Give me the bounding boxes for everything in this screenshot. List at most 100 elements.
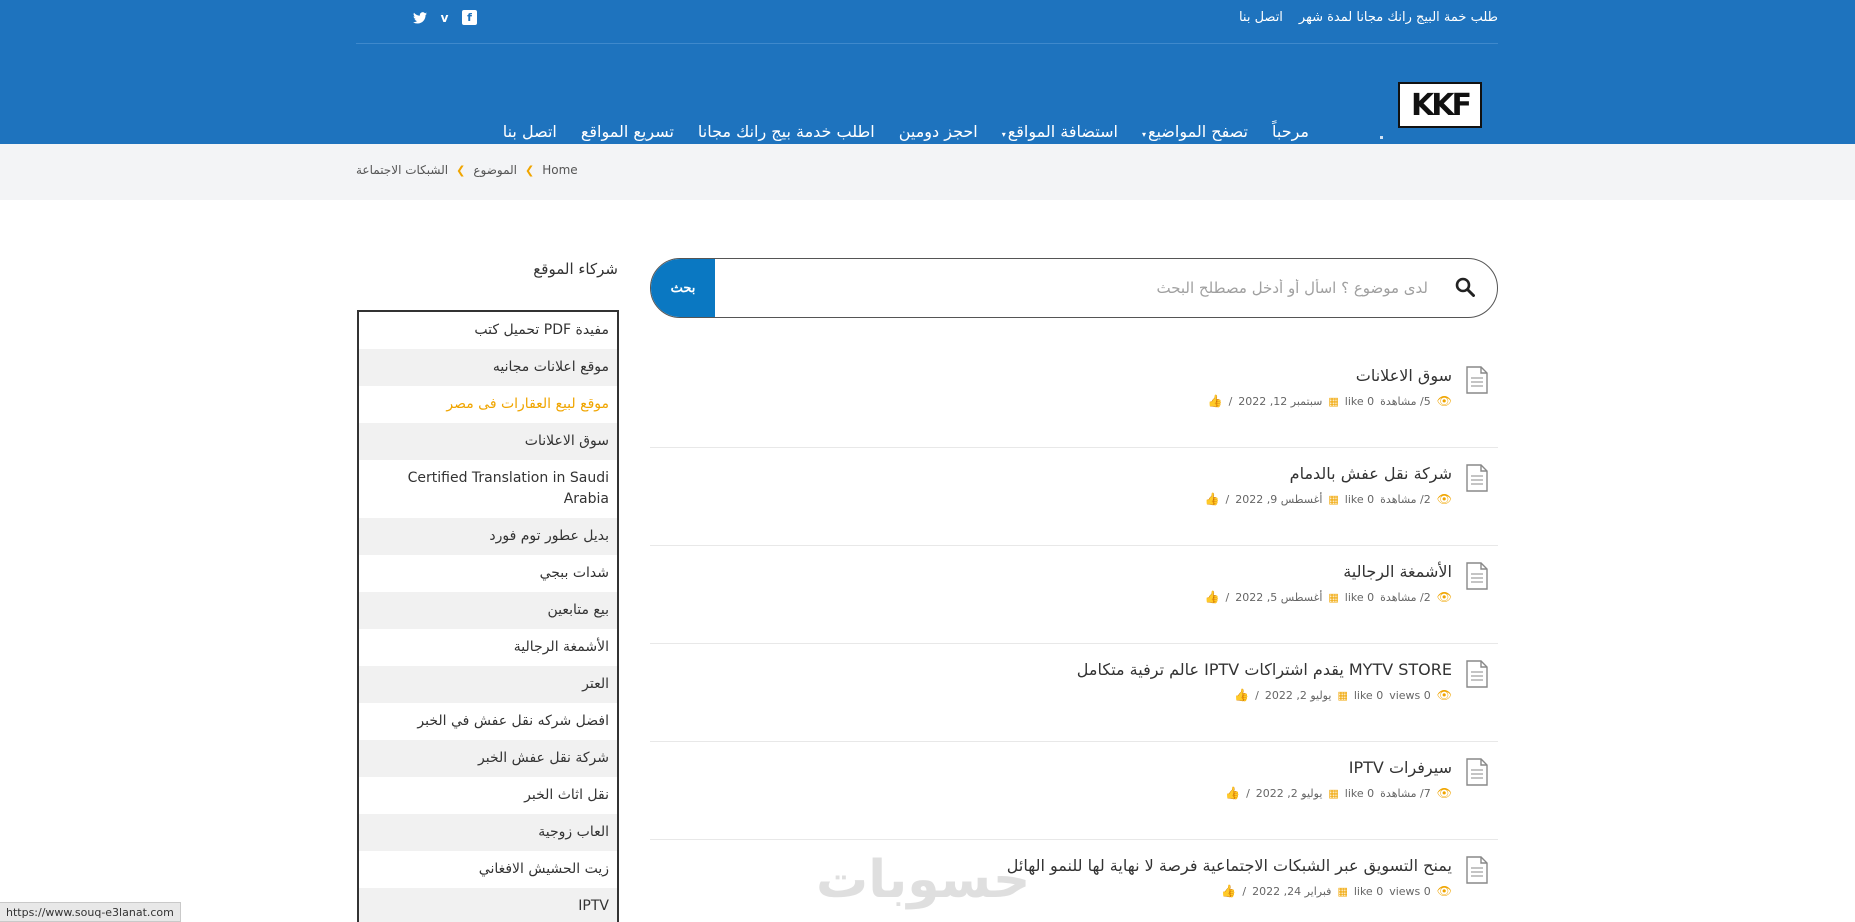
search-button[interactable]: بحث: [651, 259, 715, 317]
thumbs-up-icon[interactable]: 👍: [1234, 688, 1249, 702]
partners-list: مفيدة PDF تحميل كتب موقع اعلانات مجانيه …: [357, 310, 619, 922]
post-meta: 👁 7/ مشاهدة 0 like ▦ يوليو 2, 2022 / 👍: [1225, 786, 1452, 800]
post-views: 2/ مشاهدة: [1380, 492, 1431, 506]
thumbs-up-icon[interactable]: 👍: [1225, 786, 1240, 800]
partner-link[interactable]: افضل شركه نقل عفش في الخبر: [359, 703, 617, 740]
document-icon: [1466, 464, 1488, 492]
post-date: أغسطس 5, 2022: [1235, 590, 1323, 604]
post-date: يوليو 2, 2022: [1255, 786, 1323, 800]
post-title[interactable]: يمنح التسويق عبر الشبكات الاجتماعية فرصة…: [1007, 856, 1452, 875]
post-meta: 👁 0 views 0 like ▦ يوليو 2, 2022 / 👍: [1234, 688, 1452, 702]
partner-link[interactable]: نقل اثاث الخبر: [359, 777, 617, 814]
top-bar: طلب خمة البيج رانك مجانا لمدة شهر اتصل ب…: [0, 0, 1855, 44]
nav-label: اطلب خدمة بيج رانك مجانا: [697, 122, 875, 141]
nav-label: استضافة المواقع: [1007, 122, 1118, 141]
calendar-icon: ▦: [1328, 394, 1339, 408]
partner-link[interactable]: بديل عطور توم فورد: [359, 518, 617, 555]
sidebar-title: شركاء الموقع: [533, 260, 618, 278]
post-likes: 0 like: [1344, 394, 1375, 408]
post-views: 7/ مشاهدة: [1380, 786, 1431, 800]
eye-icon: 👁: [1436, 492, 1452, 506]
breadcrumb-home[interactable]: Home: [542, 163, 577, 177]
document-icon: [1466, 758, 1488, 786]
top-link-free-pagerank[interactable]: طلب خمة البيج رانك مجانا لمدة شهر: [1299, 10, 1498, 25]
partner-link[interactable]: Certified Translation in Saudi Arabia: [359, 460, 617, 518]
thumbs-up-icon[interactable]: 👍: [1205, 492, 1220, 506]
vimeo-icon[interactable]: v: [437, 10, 452, 25]
post-date: سبتمبر 12, 2022: [1238, 394, 1323, 408]
nav-browse-topics[interactable]: تصفح المواضيع▾: [1142, 122, 1248, 141]
document-icon: [1466, 660, 1488, 688]
post-item: سوق الاعلانات 👁 5/ مشاهدة 0 like ▦ سبتمب…: [650, 350, 1498, 448]
nav-pagerank[interactable]: اطلب خدمة بيج رانك مجانا: [698, 122, 875, 141]
post-item: سيرفرات IPTV 👁 7/ مشاهدة 0 like ▦ يوليو …: [650, 742, 1498, 840]
partner-link[interactable]: الأشمغة الرجالية: [359, 629, 617, 666]
meta-separator: /: [1225, 590, 1230, 604]
post-title[interactable]: سيرفرات IPTV: [1349, 758, 1452, 777]
post-title[interactable]: MYTV STORE يقدم اشتراكات IPTV عالم ترفية…: [1077, 660, 1452, 679]
partner-link[interactable]: مفيدة PDF تحميل كتب: [359, 312, 617, 349]
partner-link-active[interactable]: موقع لبيع العقارات فى مصر: [359, 386, 617, 423]
nav-contact[interactable]: اتصل بنا: [503, 122, 557, 141]
top-link-contact[interactable]: اتصل بنا: [1239, 10, 1283, 25]
nav-hosting[interactable]: استضافة المواقع▾: [1002, 122, 1118, 141]
document-icon: [1466, 366, 1488, 394]
partner-link[interactable]: موقع اعلانات مجانيه: [359, 349, 617, 386]
search-input[interactable]: [721, 259, 1436, 317]
partner-link[interactable]: العاب زوجية: [359, 814, 617, 851]
nav-label: مرحباً: [1272, 122, 1309, 141]
post-meta: 👁 5/ مشاهدة 0 like ▦ سبتمبر 12, 2022 / 👍: [1208, 394, 1452, 408]
post-likes: 0 like: [1353, 688, 1384, 702]
post-meta: 👁 2/ مشاهدة 0 like ▦ أغسطس 5, 2022 / 👍: [1205, 590, 1452, 604]
partner-link[interactable]: سوق الاعلانات: [359, 423, 617, 460]
nav-speed[interactable]: تسريع المواقع: [581, 122, 674, 141]
nav-welcome[interactable]: مرحباً: [1272, 122, 1309, 141]
partner-link[interactable]: العتر: [359, 666, 617, 703]
partner-link[interactable]: زيت الحشيش الافغاني: [359, 851, 617, 888]
post-date: أغسطس 9, 2022: [1235, 492, 1323, 506]
eye-icon: 👁: [1436, 394, 1452, 408]
eye-icon: 👁: [1436, 786, 1452, 800]
partner-link[interactable]: شركة نقل عفش الخبر: [359, 740, 617, 777]
facebook-icon[interactable]: f: [462, 10, 477, 25]
site-logo[interactable]: KKF: [1398, 82, 1482, 128]
post-views: 0 views: [1389, 688, 1431, 702]
nav-domain[interactable]: احجز دومين: [899, 122, 978, 141]
partner-link[interactable]: بيع متابعين: [359, 592, 617, 629]
meta-separator: /: [1225, 492, 1230, 506]
thumbs-up-icon[interactable]: 👍: [1221, 884, 1236, 898]
partner-link[interactable]: شدات ببجي: [359, 555, 617, 592]
post-meta: 👁 0 views 0 like ▦ فبراير 24, 2022 / 👍: [1221, 884, 1452, 898]
logo-dot: [1380, 136, 1383, 139]
post-item: MYTV STORE يقدم اشتراكات IPTV عالم ترفية…: [650, 644, 1498, 742]
chevron-left-icon: ❯: [456, 163, 466, 177]
thumbs-up-icon[interactable]: 👍: [1205, 590, 1220, 604]
calendar-icon: ▦: [1337, 884, 1348, 898]
partner-link[interactable]: IPTV: [359, 888, 617, 922]
chevron-down-icon: ▾: [1141, 130, 1146, 139]
status-url: https://www.souq-e3lanat.com: [0, 902, 181, 922]
post-date: فبراير 24, 2022: [1252, 884, 1332, 898]
document-icon: [1466, 856, 1488, 884]
post-title[interactable]: شركة نقل عفش بالدمام: [1290, 464, 1452, 483]
chevron-down-icon: ▾: [1001, 130, 1006, 139]
search-box: بحث: [650, 258, 1498, 318]
post-item: شركة نقل عفش بالدمام 👁 2/ مشاهدة 0 like …: [650, 448, 1498, 546]
post-views: 5/ مشاهدة: [1380, 394, 1431, 408]
eye-icon: 👁: [1436, 590, 1452, 604]
thumbs-up-icon[interactable]: 👍: [1208, 394, 1223, 408]
post-likes: 0 like: [1344, 590, 1375, 604]
calendar-icon: ▦: [1328, 590, 1339, 604]
nav-label: تصفح المواضيع: [1147, 122, 1248, 141]
post-title[interactable]: سوق الاعلانات: [1356, 366, 1452, 385]
nav-label: تسريع المواقع: [580, 122, 674, 141]
breadcrumb-topic[interactable]: الموضوع: [473, 163, 517, 177]
meta-separator: /: [1255, 688, 1259, 702]
post-views: 0 views: [1389, 884, 1431, 898]
nav-label: اتصل بنا: [502, 122, 557, 141]
meta-separator: /: [1242, 884, 1247, 898]
social-links: v f: [412, 10, 477, 25]
top-links: طلب خمة البيج رانك مجانا لمدة شهر اتصل ب…: [1239, 10, 1498, 25]
post-title[interactable]: الأشمغة الرجالية: [1343, 562, 1452, 581]
twitter-icon[interactable]: [412, 10, 427, 25]
